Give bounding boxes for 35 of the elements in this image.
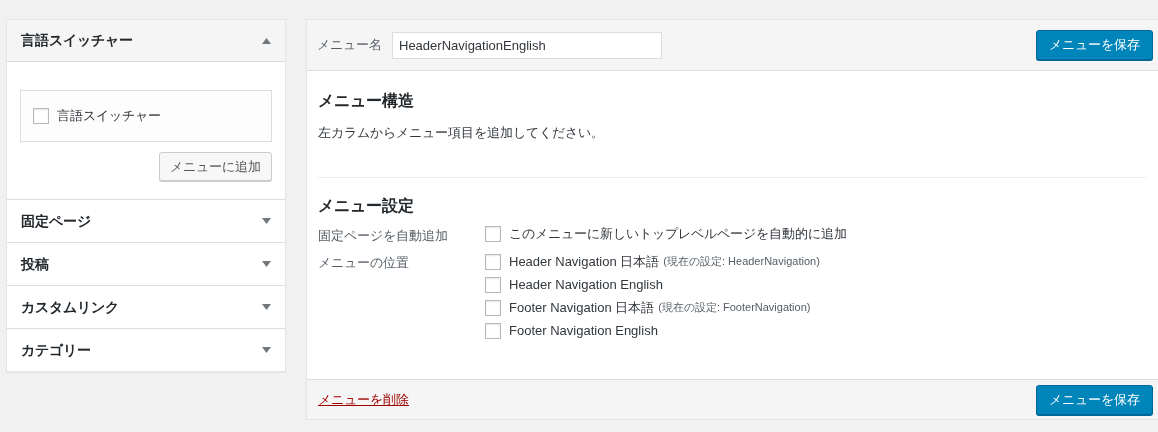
accordion-header[interactable]: 固定ページ [7,200,285,242]
checkbox[interactable] [485,276,501,293]
checkbox[interactable] [485,253,501,270]
option-label: Header Navigation 日本語 [509,252,660,271]
checkbox[interactable] [485,226,501,242]
menu-name-label: メニュー名 [317,36,382,55]
accordion-header[interactable]: 投稿 [7,243,285,285]
add-to-menu-button[interactable]: メニューに追加 [159,152,272,181]
accordion-header[interactable]: カスタムリンク [7,286,285,328]
option-label: このメニューに新しいトップレベルページを自動的に追加 [509,225,847,244]
setting-label: 固定ページを自動追加 [318,226,449,245]
delete-menu-link[interactable]: メニューを削除 [318,389,409,410]
save-button[interactable]: メニューを保存 [1036,30,1153,60]
checkbox[interactable] [485,299,501,316]
accordion-header[interactable]: 言語スイッチャー [7,20,285,62]
expand-arrow-icon [262,304,271,310]
expand-arrow-icon [262,218,271,224]
collapse-arrow-icon [262,37,271,44]
accordion-header[interactable]: カテゴリー [7,329,285,371]
current-setting-note: (現在の設定: HeaderNavigation) [663,254,820,270]
instruction-text: 左カラムからメニュー項目を追加してください。 [318,124,605,142]
section-heading: メニュー設定 [318,195,415,216]
option-label: Header Navigation English [509,275,663,294]
menu-name-field[interactable]: HeaderNavigationEnglish [392,31,662,59]
checkbox[interactable] [485,322,501,339]
current-setting-note: (現在の設定: FooterNavigation) [658,300,811,316]
expand-arrow-icon [262,261,271,267]
option-label: Footer Navigation 日本語 [509,298,655,317]
checkbox[interactable] [33,108,49,124]
option-label: Footer Navigation English [509,321,658,340]
section-heading: メニュー構造 [318,91,415,111]
setting-label: メニューの位置 [318,254,410,272]
checkbox-label: 言語スイッチャー [57,107,161,126]
expand-arrow-icon [262,347,271,353]
save-button[interactable]: メニューを保存 [1036,384,1153,415]
